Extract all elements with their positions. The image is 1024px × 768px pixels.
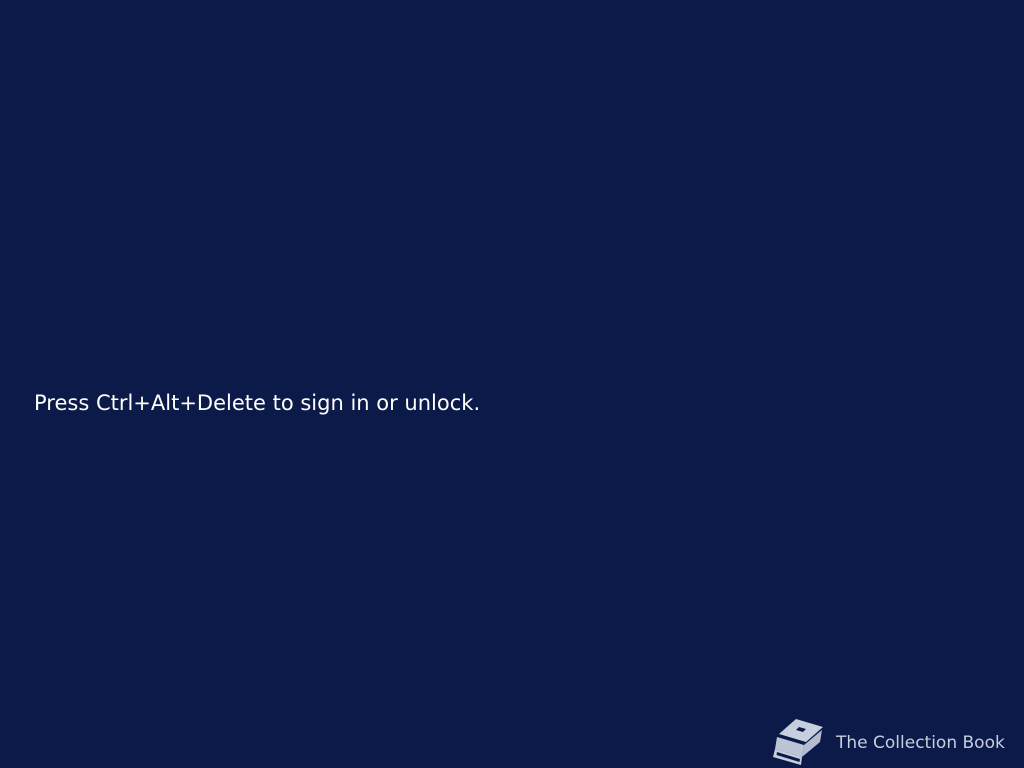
- book-icon: [773, 719, 823, 765]
- branding: The Collection Book: [772, 718, 1005, 768]
- sign-in-prompt: Press Ctrl+Alt+Delete to sign in or unlo…: [34, 391, 481, 415]
- branding-label: The Collection Book: [836, 733, 1005, 753]
- lock-screen[interactable]: Press Ctrl+Alt+Delete to sign in or unlo…: [0, 0, 1024, 768]
